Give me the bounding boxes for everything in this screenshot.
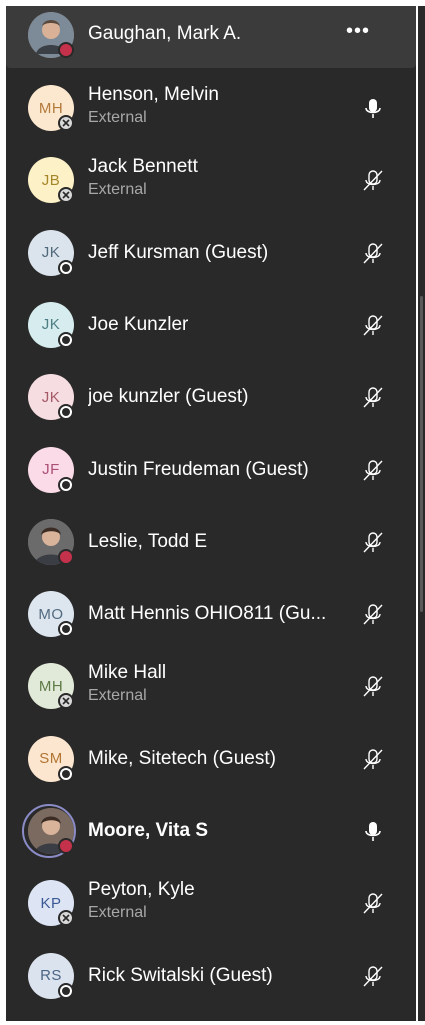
avatar xyxy=(28,518,74,565)
participant-row[interactable]: RS Rick Switalski (Guest) xyxy=(6,942,416,1014)
avatar-initials: JB xyxy=(41,171,61,189)
participant-row[interactable]: Moore, Vita S xyxy=(6,797,416,869)
microphone-muted-icon[interactable] xyxy=(360,674,386,700)
avatar-initials: MH xyxy=(38,99,64,117)
avatar-initials: KP xyxy=(40,894,62,912)
participant-row-gaughan[interactable]: Gaughan, Mark A. ••• xyxy=(6,6,416,68)
external-status-icon xyxy=(58,693,74,710)
participant-row[interactable]: MO Matt Hennis OHIO811 (Gu... xyxy=(6,580,416,652)
more-options-icon[interactable]: ••• xyxy=(346,20,370,43)
participant-name: Joe Kunzler xyxy=(88,313,189,335)
offline-status-icon xyxy=(58,331,74,348)
avatar-initials: JK xyxy=(41,244,61,262)
scrollbar-thumb[interactable] xyxy=(420,296,423,612)
participant-name: Matt Hennis OHIO811 (Gu... xyxy=(88,603,327,625)
participant-row[interactable]: KP Peyton, Kyle External xyxy=(6,869,416,941)
participant-row[interactable]: Leslie, Todd E xyxy=(6,508,416,580)
participant-name: Mike, Sitetech (Guest) xyxy=(88,747,276,769)
offline-status-icon xyxy=(58,621,74,638)
avatar: JK xyxy=(28,374,74,421)
participant-row[interactable]: JB Jack Bennett External xyxy=(6,146,416,218)
offline-status-icon xyxy=(58,982,74,999)
avatar: SM xyxy=(28,735,74,782)
participant-name: Rick Switalski (Guest) xyxy=(88,964,273,986)
participant-name: Jack Bennett xyxy=(88,156,198,178)
microphone-muted-icon[interactable] xyxy=(360,458,386,484)
microphone-icon[interactable] xyxy=(360,96,386,122)
participant-name: Mike Hall xyxy=(88,662,167,684)
avatar: JK xyxy=(28,301,74,348)
participant-name: Peyton, Kyle xyxy=(88,879,195,901)
offline-status-icon xyxy=(58,476,74,493)
participants-panel: Gaughan, Mark A. ••• MH Henson, Melvin Ext… xyxy=(6,6,416,1021)
external-status-icon xyxy=(58,115,74,131)
microphone-muted-icon[interactable] xyxy=(360,313,386,339)
microphone-muted-icon[interactable] xyxy=(360,530,386,556)
busy-status-icon xyxy=(58,838,74,854)
avatar: MO xyxy=(28,591,74,638)
offline-status-icon xyxy=(58,765,74,782)
avatar: JF xyxy=(28,446,74,493)
participant-subtitle: External xyxy=(88,904,147,922)
scrollbar[interactable] xyxy=(418,6,425,1021)
participant-name: Leslie, Todd E xyxy=(88,530,208,552)
avatar-initials: JK xyxy=(41,388,61,406)
avatar-initials: SM xyxy=(39,750,63,768)
participant-name: Gaughan, Mark A. xyxy=(88,23,242,44)
participant-subtitle: External xyxy=(88,687,147,705)
busy-status-icon xyxy=(58,548,74,565)
avatar-initials: RS xyxy=(40,967,62,985)
participant-row[interactable]: MH Henson, Melvin External xyxy=(6,74,416,146)
avatar xyxy=(28,12,74,58)
microphone-muted-icon[interactable] xyxy=(360,747,386,773)
avatar-initials: JF xyxy=(42,461,60,478)
participant-row[interactable]: JK Jeff Kursman (Guest) xyxy=(6,219,416,291)
avatar-initials: MH xyxy=(38,677,64,695)
avatar: KP xyxy=(28,880,74,927)
participant-row[interactable]: JK joe kunzler (Guest) xyxy=(6,363,416,435)
participant-name: Justin Freudeman (Guest) xyxy=(88,458,309,480)
microphone-muted-icon[interactable] xyxy=(360,385,386,411)
avatar: JK xyxy=(28,229,74,276)
participant-name: Henson, Melvin xyxy=(88,84,219,105)
avatar: MH xyxy=(28,663,74,710)
microphone-muted-icon[interactable] xyxy=(360,964,386,990)
avatar: RS xyxy=(28,952,74,999)
microphone-icon[interactable] xyxy=(360,819,386,845)
offline-status-icon xyxy=(58,404,74,421)
avatar-initials: MO xyxy=(38,605,64,623)
avatar: MH xyxy=(28,85,74,131)
external-status-icon xyxy=(58,910,74,927)
participant-subtitle: External xyxy=(88,109,147,126)
microphone-muted-icon[interactable] xyxy=(360,168,386,194)
busy-status-icon xyxy=(58,42,74,58)
participant-row[interactable]: MH Mike Hall External xyxy=(6,652,416,724)
avatar: JB xyxy=(28,157,74,204)
microphone-muted-icon[interactable] xyxy=(360,891,386,917)
participant-name: Jeff Kursman (Guest) xyxy=(88,241,269,263)
offline-status-icon xyxy=(58,259,74,276)
participant-name: joe kunzler (Guest) xyxy=(88,386,249,408)
participant-subtitle: External xyxy=(88,181,147,199)
avatar xyxy=(28,808,74,854)
avatar-initials: JK xyxy=(41,316,61,334)
external-status-icon xyxy=(58,187,74,204)
participant-name: Moore, Vita S xyxy=(88,820,209,841)
participant-row[interactable]: SM Mike, Sitetech (Guest) xyxy=(6,725,416,797)
participant-row[interactable]: JK Joe Kunzler xyxy=(6,291,416,363)
participant-row[interactable]: JF Justin Freudeman (Guest) xyxy=(6,436,416,508)
microphone-muted-icon[interactable] xyxy=(360,241,386,267)
microphone-muted-icon[interactable] xyxy=(360,602,386,628)
